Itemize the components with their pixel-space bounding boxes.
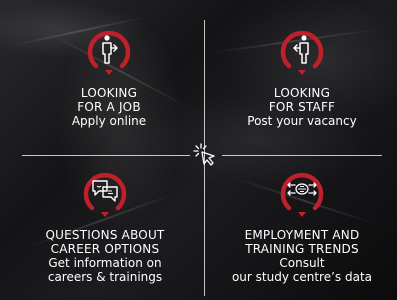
tile-title-line: CAREER OPTIONS: [50, 242, 160, 256]
employer-icon: [276, 24, 328, 80]
tile-link-text[interactable]: Get information on: [15, 256, 195, 270]
hero-panel: LOOKING FOR A JOB Apply online LOOKING F…: [0, 0, 397, 300]
tile-title-line: FOR STAFF: [268, 100, 336, 114]
tile-looking-for-staff[interactable]: LOOKING FOR STAFF Post your vacancy: [212, 24, 392, 128]
tile-career-options[interactable]: QUESTIONS ABOUT CAREER OPTIONS Get infor…: [15, 166, 195, 284]
trends-arrows-icon: [276, 166, 328, 222]
tile-link-text[interactable]: Post your vacancy: [212, 114, 392, 128]
tile-title-line: LOOKING: [273, 86, 331, 100]
divider-horizontal-left: [22, 155, 190, 156]
tile-title-line: EMPLOYMENT AND: [244, 228, 360, 242]
tile-employment-trends[interactable]: EMPLOYMENT AND TRAINING TRENDS Consult o…: [212, 166, 392, 284]
divider-horizontal-right: [222, 155, 382, 156]
tile-title-line: LOOKING: [80, 86, 138, 100]
tile-link-text[interactable]: our study centre’s data: [212, 270, 392, 284]
tile-link-text[interactable]: Consult: [212, 256, 392, 270]
tile-link-text[interactable]: Apply online: [19, 114, 199, 128]
job-seeker-icon: [83, 24, 135, 80]
tile-title-line: FOR A JOB: [77, 100, 141, 114]
tile-looking-for-job[interactable]: LOOKING FOR A JOB Apply online: [19, 24, 199, 128]
tile-title-line: TRAINING TRENDS: [245, 242, 359, 256]
tile-link-text[interactable]: careers & trainings: [15, 270, 195, 284]
tile-title-line: QUESTIONS ABOUT: [45, 228, 165, 242]
chat-bubbles-icon: [79, 166, 131, 222]
